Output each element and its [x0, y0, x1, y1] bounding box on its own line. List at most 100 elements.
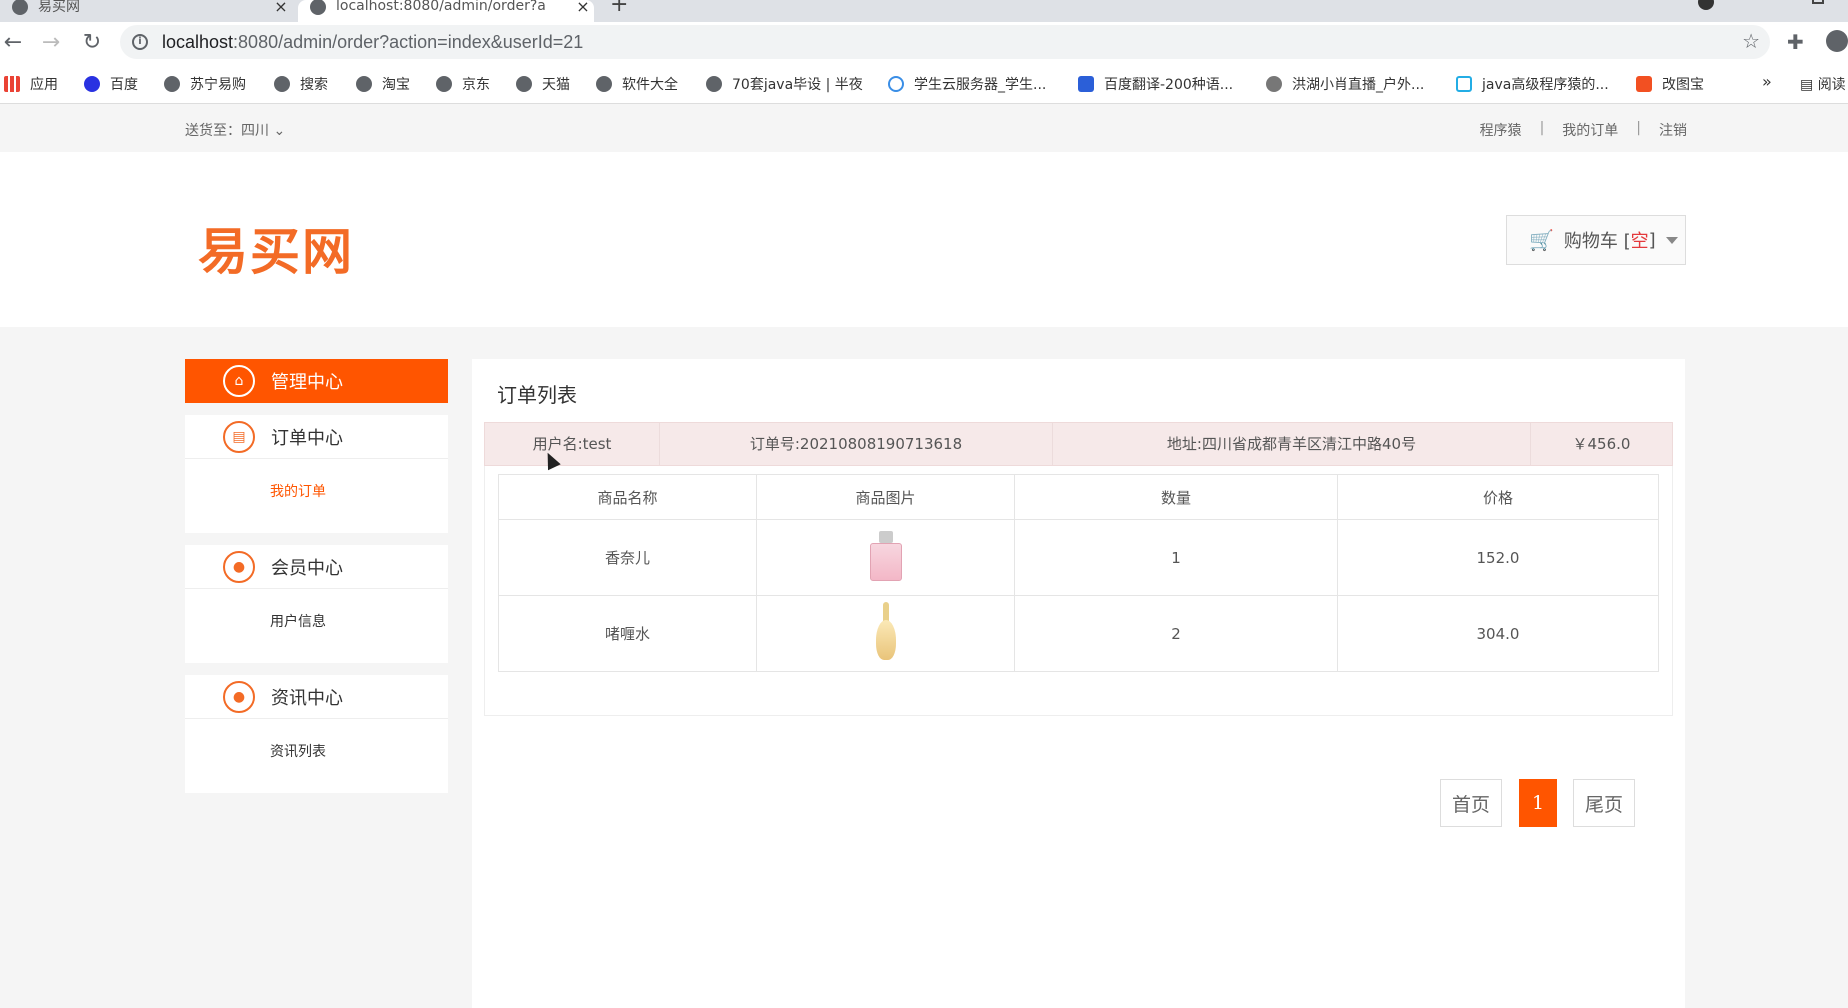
product-name: 啫喱水	[498, 595, 757, 672]
sidebar-section-header: ▤ 订单中心	[185, 415, 448, 459]
caret-down-icon	[1665, 236, 1678, 244]
order-user: 用户名:test	[485, 423, 660, 465]
page-number-button[interactable]: 1	[1519, 779, 1557, 827]
bookmark-item[interactable]: 淘宝	[356, 74, 410, 94]
page-title: 订单列表	[497, 383, 577, 407]
bookmark-item[interactable]: 洪湖小肖直播_户外...	[1266, 74, 1424, 94]
user-icon: ●	[223, 550, 255, 583]
browser-tab[interactable]: 易买网 ×	[0, 0, 292, 22]
column-header: 商品名称	[498, 474, 757, 520]
info-icon[interactable]: i	[132, 34, 148, 50]
order-summary-row: 用户名:test 订单号:20210808190713618 地址:四川省成都青…	[484, 422, 1673, 466]
top-links: 程序猿 | 我的订单 | 注销	[1480, 120, 1687, 140]
close-icon[interactable]: ×	[572, 0, 594, 16]
ship-to-label: 送货至：四川	[185, 123, 269, 139]
orange-square-icon	[1636, 76, 1652, 92]
browser-toolbar: ← → ↻ i localhost:8080/admin/order?actio…	[0, 22, 1848, 62]
sidebar-item-news-list[interactable]: 资讯列表	[185, 719, 448, 793]
url-text[interactable]: localhost:8080/admin/order?action=index&…	[162, 32, 583, 53]
bookmark-label: 学生云服务器_学生...	[914, 77, 1047, 93]
bookmark-item[interactable]: 苏宁易购	[164, 74, 246, 94]
column-header: 商品图片	[756, 474, 1015, 520]
sidebar-item-management-center[interactable]: ⌂ 管理中心	[185, 359, 448, 403]
order-total: ￥456.0	[1572, 435, 1631, 453]
avatar[interactable]	[1826, 30, 1848, 52]
globe-icon	[12, 0, 28, 15]
sidebar-item-user-info[interactable]: 用户信息	[185, 589, 448, 663]
globe-icon	[164, 76, 180, 92]
bookmark-label: 百度翻译-200种语...	[1104, 77, 1234, 93]
restore-window-icon[interactable]	[1812, 0, 1824, 4]
bookmark-item[interactable]: 70套java毕设 | 半夜	[706, 74, 863, 94]
first-page-button[interactable]: 首页	[1440, 779, 1502, 827]
bookmark-item[interactable]: 改图宝	[1636, 74, 1704, 94]
bookmark-item[interactable]: 软件大全	[596, 74, 678, 94]
cart-icon: 🛒	[1529, 228, 1554, 252]
chevron-down-icon: ⌄	[273, 123, 286, 139]
star-icon[interactable]: ☆	[1742, 29, 1760, 53]
bookmark-item[interactable]: 百度翻译-200种语...	[1078, 74, 1233, 94]
pagination: 首页 1 尾页	[1440, 779, 1635, 827]
sidebar-section-header: ● 会员中心	[185, 545, 448, 589]
bilibili-icon	[1456, 76, 1472, 92]
user-link[interactable]: 程序猿	[1480, 120, 1522, 140]
order-number: 订单号:20210808190713618	[660, 423, 1053, 465]
bookmark-label: java高级程序猿的...	[1482, 77, 1609, 93]
bookmark-item[interactable]: 搜索	[274, 74, 328, 94]
bookmark-label: 70套java毕设 | 半夜	[732, 77, 863, 93]
forward-arrow-icon[interactable]: →	[38, 30, 64, 55]
product-name: 香奈儿	[498, 519, 757, 596]
table-row: 啫喱水 2 304.0	[498, 595, 1659, 672]
address-bar[interactable]: i localhost:8080/admin/order?action=inde…	[120, 25, 1770, 59]
globe-icon	[516, 76, 532, 92]
bookmark-item[interactable]: 应用	[4, 74, 58, 94]
back-arrow-icon[interactable]: ←	[0, 30, 26, 55]
site-top-bar: 送货至：四川 ⌄ 程序猿 | 我的订单 | 注销	[0, 104, 1848, 152]
site-header: 易买网 🛒 购物车 [ 空 ]	[0, 152, 1848, 327]
product-image-cell	[756, 519, 1015, 596]
close-icon[interactable]: ×	[270, 0, 292, 16]
product-image-cell	[756, 595, 1015, 672]
globe-icon	[310, 0, 326, 15]
tab-title: 易买网	[38, 0, 80, 15]
cloud-icon	[888, 76, 904, 92]
new-tab-icon[interactable]: +	[610, 0, 628, 17]
bookmark-item[interactable]: 京东	[436, 74, 490, 94]
reading-list-label: 阅读	[1817, 77, 1846, 93]
order-list-panel: 订单列表 用户名:test 订单号:20210808190713618 地址:四…	[472, 359, 1685, 1008]
bookmark-item[interactable]: 学生云服务器_学生...	[888, 74, 1046, 94]
reload-icon[interactable]: ↻	[79, 30, 105, 55]
more-bookmarks-icon[interactable]: »	[1762, 72, 1772, 91]
product-price: 152.0	[1337, 519, 1659, 596]
divider: |	[1636, 120, 1641, 136]
sidebar: ⌂ 管理中心 ▤ 订单中心 我的订单 ● 会员中心 用户信息 ● 资讯中心 资讯…	[185, 359, 448, 793]
bookmark-item[interactable]: java高级程序猿的...	[1456, 74, 1609, 94]
section-title: 会员中心	[271, 557, 343, 579]
bird-icon	[1266, 76, 1282, 92]
globe-icon	[436, 76, 452, 92]
extensions-icon[interactable]: ✚	[1787, 30, 1804, 54]
sidebar-section-news: ● 资讯中心 资讯列表	[185, 675, 448, 793]
product-quantity: 1	[1014, 519, 1338, 596]
pink-perfume-bottle-image[interactable]	[868, 530, 904, 581]
browser-tab-active[interactable]: localhost:8080/admin/order?a ×	[298, 0, 594, 22]
reading-list[interactable]: ▤ 阅读	[1800, 74, 1846, 94]
tab-title: localhost:8080/admin/order?a	[336, 0, 546, 14]
translate-icon	[1078, 76, 1094, 92]
profile-menu-icon[interactable]	[1698, 0, 1714, 10]
logout-link[interactable]: 注销	[1659, 120, 1687, 140]
cart-state: 空	[1630, 231, 1649, 252]
site-logo[interactable]: 易买网	[198, 212, 354, 284]
baidu-icon	[84, 76, 100, 92]
bookmark-label: 软件大全	[622, 77, 678, 93]
bookmark-item[interactable]: 百度	[84, 74, 138, 94]
cart-button[interactable]: 🛒 购物车 [ 空 ]	[1506, 215, 1686, 265]
globe-icon	[274, 76, 290, 92]
my-orders-link[interactable]: 我的订单	[1562, 120, 1618, 140]
last-page-button[interactable]: 尾页	[1573, 779, 1635, 827]
sidebar-item-my-orders[interactable]: 我的订单	[185, 459, 448, 533]
bookmark-item[interactable]: 天猫	[516, 74, 570, 94]
order-items-table: 商品名称 商品图片 数量 价格 香奈儿 1 152.0 啫喱水 2 304.0	[498, 474, 1659, 672]
ship-to-selector[interactable]: 送货至：四川 ⌄	[185, 120, 285, 140]
gold-perfume-bottle-image[interactable]	[874, 601, 898, 662]
